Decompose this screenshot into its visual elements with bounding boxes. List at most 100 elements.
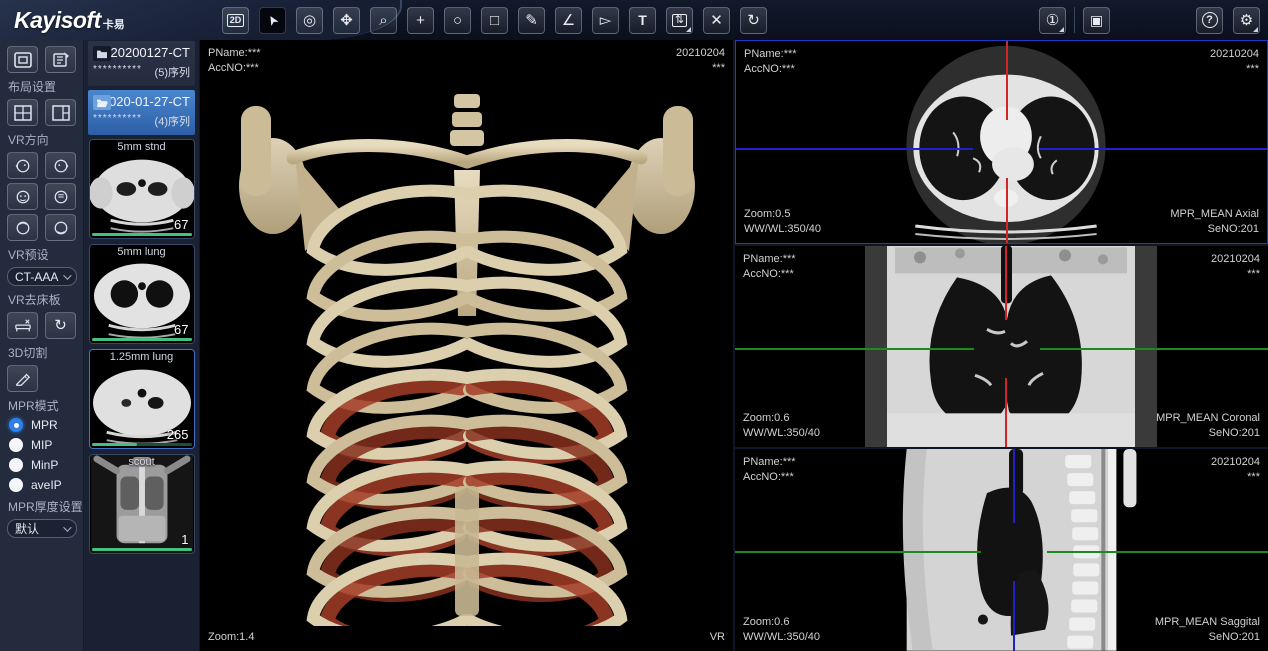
study-patient-masked: ********** [93,64,142,80]
thumbnail-image [90,455,194,553]
seno-label: SeNO:201 [1156,426,1260,441]
coronal-crosshair-horizontal[interactable] [735,348,974,350]
remove-bed-button[interactable] [7,312,38,339]
thumbnail-image-count: 67 [174,217,188,232]
sagittal-viewport[interactable]: PName:*** AccNO:*** 20210204 *** Zoom:0.… [735,449,1268,651]
help-button[interactable]: ? [1196,7,1223,34]
thumbnail-progress-fill [92,443,137,446]
mpr-mode-mip[interactable]: MIP [9,438,76,452]
vr-head-right-icon [52,158,70,174]
windowing-button[interactable]: ◎ [296,7,323,34]
vr-head-inferior-button[interactable] [45,214,76,241]
cut-knife-button[interactable] [7,365,38,392]
zoom-tool-icon: ⌕ [379,13,387,28]
seno-label: SeNO:201 [1170,222,1259,237]
study-date-label: 20210204 [1210,47,1259,62]
save-button[interactable]: ▣ [1083,7,1110,34]
vr-head-superior-button[interactable] [7,214,38,241]
accno-label: AccNO:*** [744,62,797,77]
wwwl-label: WW/WL:350/40 [743,630,820,645]
toolbar-right-group1: ①▣ [1039,0,1110,40]
save-icon: ▣ [1090,13,1103,27]
axial-crosshair-horizontal[interactable] [1039,148,1267,150]
delete-button[interactable]: ✕ [703,7,730,34]
ellipse-roi-button[interactable]: ○ [444,7,471,34]
layout-grid-button[interactable] [7,99,38,126]
study-item[interactable]: 20200127-CT**********(5)序列 [88,41,195,86]
layout-grid-icon [14,105,32,121]
vr-head-inferior-icon [52,220,70,236]
vr-preset-select[interactable]: CT-AAA [7,267,77,286]
mpr-mode-minp[interactable]: MinP [9,458,76,472]
layout-report-icon [52,52,70,68]
accno-label: AccNO:*** [743,470,796,485]
sagittal-crosshair-horizontal[interactable] [1047,551,1268,553]
angle-button[interactable]: ∠ [555,7,582,34]
radio-icon [9,418,23,432]
delete-icon: ✕ [710,13,723,28]
coronal-crosshair-vertical[interactable] [1005,378,1007,448]
cursor-button[interactable]: ➤ [259,7,286,34]
vr-head-posterior-button[interactable] [45,183,76,210]
arrow-annotation-button[interactable]: ▻ [592,7,619,34]
layout-split-button[interactable] [45,99,76,126]
coronal-crosshair-horizontal[interactable] [1040,348,1268,350]
axial-viewport[interactable]: PName:*** AccNO:*** 20210204 *** Zoom:0.… [735,40,1268,244]
axial-crosshair-vertical[interactable] [1006,178,1008,243]
arrow-annotation-icon: ▻ [600,13,612,28]
sagittal-crosshair-horizontal[interactable] [735,551,981,553]
vr-head-left-button[interactable] [7,152,38,179]
zoom-tool-button[interactable]: ⌕ [370,7,397,34]
text-annotation-button[interactable]: T [629,7,656,34]
bed-reset-button[interactable]: ↻ [45,312,76,339]
pan-button[interactable]: ✥ [333,7,360,34]
vr-head-posterior-icon [52,189,70,205]
thumbnail-5mm-stnd[interactable]: 5mm stnd67 [89,139,195,239]
study-patient-masked: ********** [93,113,142,129]
sagittal-crosshair-vertical[interactable] [1013,581,1015,651]
mpr-mode-aveip[interactable]: aveIP [9,478,76,492]
thumbnail-label: 5mm lung [90,246,194,258]
sagittal-crosshair-vertical[interactable] [1013,449,1015,523]
pname-label: PName:*** [743,252,796,267]
thumbnail-5mm-lung[interactable]: 5mm lung67 [89,244,195,344]
vr-preset-label: VR预设 [8,246,76,263]
corner-triangle-icon [1253,27,1258,32]
mpr-mode-label: MIP [31,438,52,452]
vr-direction-label: VR方向 [8,131,76,148]
axial-crosshair-horizontal[interactable] [736,148,973,150]
axial-crosshair-vertical[interactable] [1006,41,1008,120]
layout-section-label: 布局设置 [8,78,76,95]
study-series-count: (5)序列 [155,64,190,80]
coronal-viewport[interactable]: PName:*** AccNO:*** 20210204 *** Zoom:0.… [735,246,1268,448]
thumbnail-progress-fill [92,548,192,551]
crosshair-tool-button[interactable]: + [407,7,434,34]
single-view-button[interactable]: ① [1039,7,1066,34]
study-list: 20200127-CT**********(5)序列2020-01-27-CT*… [88,41,195,135]
mpr-thickness-select[interactable]: 默认 [7,519,77,538]
mpr-mode-mpr[interactable]: MPR [9,418,76,432]
study-series-count: (4)序列 [155,113,190,129]
coronal-crosshair-vertical[interactable] [1005,246,1007,320]
mpr-mode-group: MPR MIP MinP aveIP [7,418,76,492]
vr-head-anterior-button[interactable] [7,183,38,210]
2d-toggle-button[interactable]: 2D [222,7,249,34]
thumbnail-scout[interactable]: scout1 [89,454,195,554]
reset-button[interactable]: ↻ [740,7,767,34]
toolbar-divider [1074,7,1075,33]
settings-button[interactable]: ⚙ [1233,7,1260,34]
mpr-mode-label: aveIP [31,478,62,492]
preset-button[interactable]: ⇅ [666,7,693,34]
study-item[interactable]: 2020-01-27-CT**********(4)序列 [88,90,195,135]
preset-icon: ⇅ [672,14,687,27]
measure-button[interactable]: ✎ [518,7,545,34]
layout-single-button[interactable] [7,46,38,73]
vr-viewport[interactable]: PName:*** AccNO:*** 20210204 *** Zoom:1.… [200,40,733,651]
mpr-mode-label: MPR模式 [8,397,76,414]
rect-roi-button[interactable]: □ [481,7,508,34]
reset-icon: ↻ [747,13,760,28]
vr-head-anterior-icon [14,189,32,205]
vr-head-right-button[interactable] [45,152,76,179]
layout-report-button[interactable] [45,46,76,73]
thumbnail-1-25mm-lung[interactable]: 1.25mm lung265 [89,349,195,449]
